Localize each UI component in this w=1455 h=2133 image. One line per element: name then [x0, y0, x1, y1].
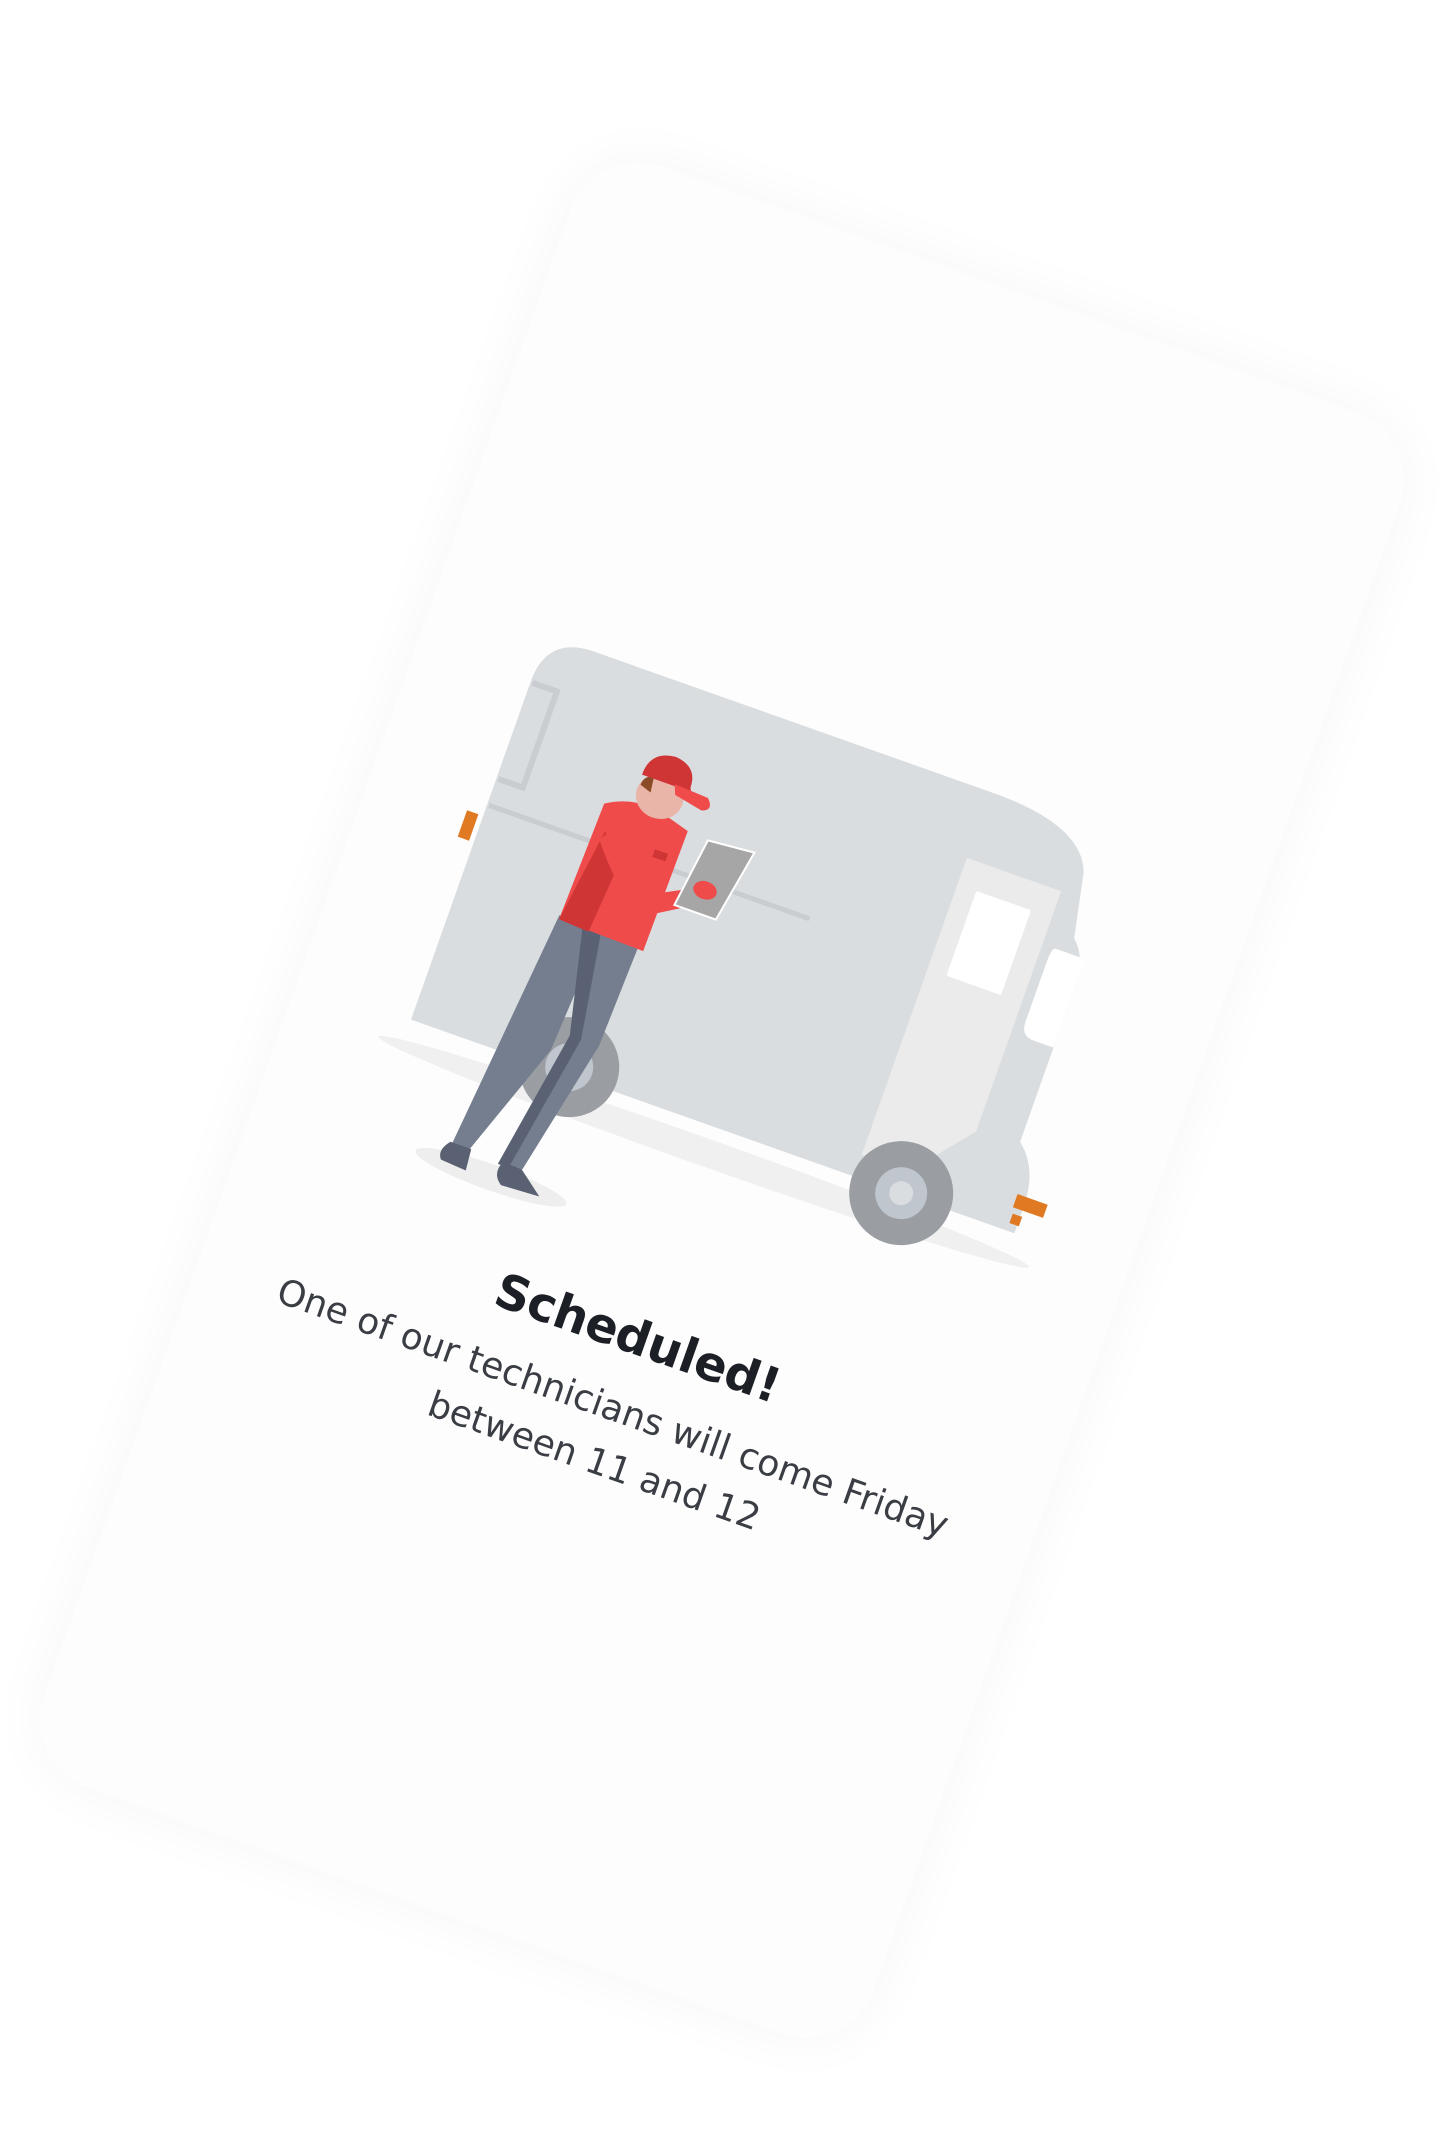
screen-background: Scheduled! One of our technicians will c… — [0, 0, 1455, 2133]
van-rear-light — [457, 810, 479, 841]
confirmation-card: Scheduled! One of our technicians will c… — [20, 142, 1424, 2058]
technician-shadow — [415, 1147, 567, 1207]
